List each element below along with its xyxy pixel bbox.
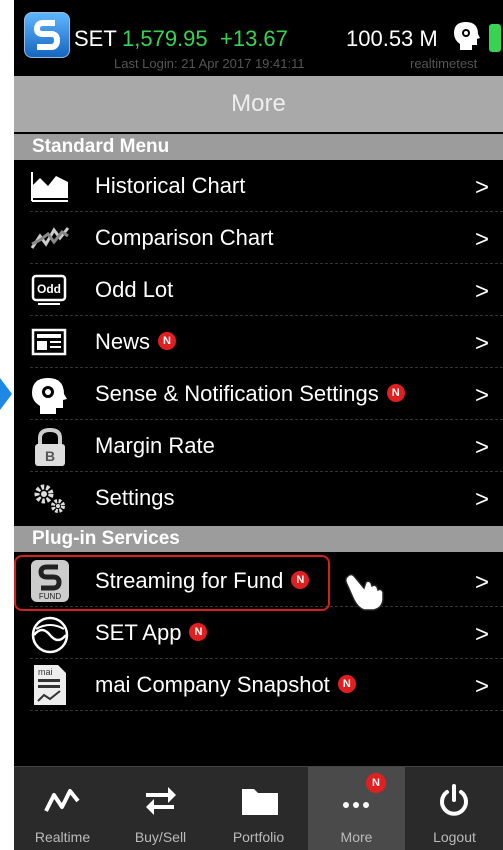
menu-item-text: mai Company Snapshot	[95, 672, 330, 697]
menu-item-label: Comparison Chart	[95, 225, 274, 250]
menu-item-label: Settings	[95, 485, 175, 510]
menu-item-text: News	[95, 329, 151, 354]
new-badge: N	[189, 623, 208, 642]
chevron-right-icon: >	[474, 382, 489, 409]
side-pointer-arrow	[0, 378, 12, 410]
menu-item-comparison-chart[interactable]: Comparison Chart >	[14, 212, 503, 264]
svg-text:Odd: Odd	[37, 282, 61, 296]
new-badge: N	[158, 332, 177, 351]
menu-item-text: SET App	[95, 620, 182, 645]
new-badge: N	[366, 773, 386, 793]
menu-item-label: Historical Chart	[95, 173, 246, 198]
chevron-right-icon: >	[474, 569, 489, 596]
pulse-line-icon	[44, 783, 80, 822]
newspaper-icon	[30, 324, 70, 360]
menu-item-label: News N	[95, 329, 177, 355]
section-title: Plug-in Services	[32, 528, 180, 549]
menu-item-news[interactable]: News N >	[14, 316, 503, 368]
row-divider	[30, 710, 503, 711]
svg-text:B: B	[45, 448, 55, 464]
page-title: More	[231, 90, 286, 117]
market-volume: 100.53 M	[346, 26, 438, 51]
sense-head-icon[interactable]	[452, 20, 482, 57]
menu-item-mai-company-snapshot[interactable]: mai mai Company Snapshot N >	[14, 659, 503, 711]
battery-icon	[489, 24, 501, 52]
menu-item-settings[interactable]: Settings >	[14, 472, 503, 524]
chevron-right-icon: >	[474, 434, 489, 461]
menu-item-sense-notification-settings[interactable]: Sense & Notification Settings N >	[14, 368, 503, 420]
hand-pointer-icon	[342, 568, 386, 617]
chevron-right-icon: >	[474, 226, 489, 253]
tab-more[interactable]: N More	[308, 767, 405, 850]
swap-arrows-icon	[142, 783, 178, 822]
svg-text:mai: mai	[38, 667, 53, 677]
section-standard-menu: Standard Menu	[14, 134, 503, 160]
tab-label: Logout	[433, 829, 476, 845]
chevron-right-icon: >	[474, 673, 489, 700]
menu-item-historical-chart[interactable]: Historical Chart >	[14, 160, 503, 212]
new-badge: N	[386, 384, 405, 403]
market-name: SET	[74, 26, 117, 51]
chevron-right-icon: >	[474, 621, 489, 648]
power-icon	[436, 783, 472, 822]
market-status-bar: SET 1,579.95 +13.67 100.53 M Last Login:…	[14, 0, 503, 76]
new-badge: N	[337, 675, 356, 694]
tab-label: Portfolio	[232, 829, 285, 845]
sense-head-icon	[30, 376, 70, 414]
gears-icon	[30, 480, 70, 516]
menu-item-text: Sense & Notification Settings	[95, 381, 379, 406]
last-login: Last Login: 21 Apr 2017 19:41:11	[114, 56, 305, 71]
tab-buy-sell[interactable]: Buy/Sell	[112, 767, 209, 850]
menu-item-odd-lot[interactable]: Odd Odd Lot >	[14, 264, 503, 316]
page-header: More	[14, 76, 503, 132]
set-app-icon	[30, 615, 70, 654]
username: realtimetest	[410, 56, 478, 71]
menu-item-label: mai Company Snapshot N	[95, 672, 356, 698]
section-title: Standard Menu	[32, 136, 170, 157]
tab-realtime[interactable]: Realtime	[14, 767, 111, 850]
compare-chart-icon	[30, 220, 70, 256]
chevron-right-icon: >	[474, 486, 489, 513]
set-logo	[24, 12, 70, 58]
menu-item-label: Sense & Notification Settings N	[95, 381, 405, 407]
menu-item-set-app[interactable]: SET App N >	[14, 607, 503, 659]
chevron-right-icon: >	[474, 174, 489, 201]
odd-lot-icon: Odd	[30, 272, 70, 308]
folder-icon	[240, 783, 280, 822]
section-plugin-services: Plug-in Services	[14, 526, 503, 552]
menu-item-label: SET App N	[95, 620, 208, 646]
lock-icon: B	[30, 427, 70, 466]
menu-item-label: Margin Rate	[95, 433, 215, 458]
area-chart-icon	[30, 168, 70, 204]
bottom-tab-bar: Realtime Buy/Sell Portfolio N More Logou…	[14, 766, 503, 850]
tab-label: Buy/Sell	[134, 829, 187, 845]
tab-logout[interactable]: Logout	[406, 767, 503, 850]
tab-label: Realtime	[34, 829, 91, 845]
menu-item-label: Odd Lot	[95, 277, 174, 302]
mai-snapshot-icon: mai	[30, 663, 70, 707]
index-change: +13.67	[220, 26, 288, 51]
menu-item-margin-rate[interactable]: B Margin Rate >	[14, 420, 503, 472]
tab-portfolio[interactable]: Portfolio	[210, 767, 307, 850]
app-screen: SET 1,579.95 +13.67 100.53 M Last Login:…	[14, 0, 503, 850]
highlight-box	[14, 555, 330, 611]
chevron-right-icon: >	[474, 278, 489, 305]
chevron-right-icon: >	[474, 330, 489, 357]
index-value: 1,579.95	[122, 26, 208, 51]
tab-label: More	[340, 829, 373, 845]
